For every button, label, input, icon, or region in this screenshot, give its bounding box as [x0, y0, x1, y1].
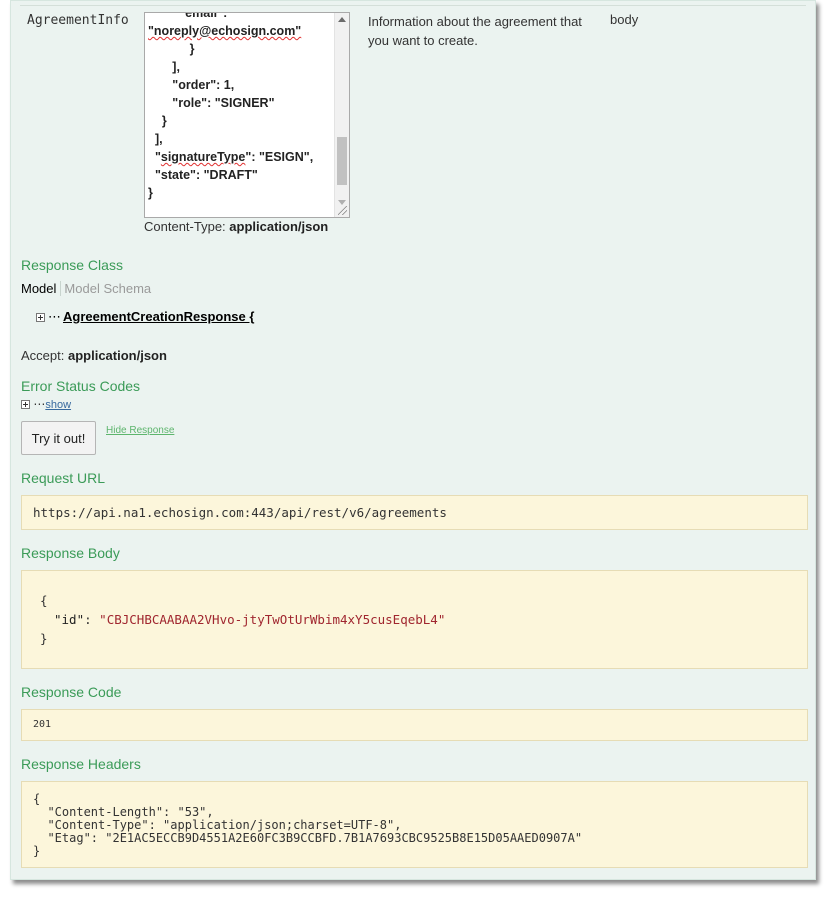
textarea-line: "email": [148, 12, 228, 20]
tab-model-schema[interactable]: Model Schema [61, 281, 151, 296]
textarea-scrollbar[interactable] [334, 13, 349, 217]
param-description: Information about the agreement that you… [368, 14, 582, 48]
param-name: AgreementInfo [27, 13, 129, 28]
response-body-box: { "id": "CBJCHBCAABAA2VHvo-jtyTwOtUrWbim… [21, 570, 808, 669]
param-type: body [610, 12, 639, 27]
model-name[interactable]: AgreementCreationResponse { [63, 309, 254, 324]
response-body-title: Response Body [21, 545, 120, 561]
operation-panel [10, 0, 816, 880]
json-close-brace: } [40, 631, 48, 646]
textarea-line: } [148, 42, 195, 56]
response-code-box: 201 [21, 709, 808, 741]
error-codes-title: Error Status Codes [21, 378, 141, 394]
textarea-line: "noreply@echosign.com" [148, 24, 302, 38]
textarea-line: } [148, 186, 153, 200]
request-url-title: Request URL [21, 470, 106, 486]
expand-icon[interactable] [36, 313, 45, 323]
tab-model[interactable]: Model [21, 281, 62, 296]
textarea-line: "order": 1, [148, 78, 235, 92]
content-type-label: Content-Type: [144, 219, 226, 234]
hide-response-link[interactable]: Hide Response [106, 425, 174, 436]
json-key: "id" [54, 612, 85, 627]
divider [20, 5, 806, 6]
response-code-title: Response Code [21, 684, 122, 700]
scroll-down-arrow-icon[interactable] [338, 200, 346, 205]
try-it-out-button[interactable]: Try it out! [21, 421, 96, 455]
json-sep: : [84, 612, 100, 627]
accept: Accept: application/json [21, 348, 167, 363]
show-link[interactable]: show [45, 399, 71, 411]
textarea-line: "role": "SIGNER" [148, 96, 275, 110]
textarea-line: ], [148, 60, 180, 74]
content-type-value[interactable]: application/json [229, 219, 328, 234]
json-line: "id": "CBJCHBCAABAA2VHvo-jtyTwOtUrWbim4x… [40, 610, 789, 629]
json-value: "CBJCHBCAABAA2VHvo-jtyTwOtUrWbim4xY5cusE… [99, 612, 446, 627]
content-type: Content-Type: application/json [144, 219, 328, 234]
agreement-info-textarea[interactable]: "email": "noreply@echosign.com" } ], "ord… [144, 12, 350, 218]
textarea-line: } [148, 114, 167, 128]
textarea-content[interactable]: "email": "noreply@echosign.com" } ], "ord… [148, 12, 333, 202]
textarea-line: "state": "DRAFT" [148, 168, 258, 182]
error-codes-row: ⋯show [21, 397, 71, 411]
accept-label: Accept: [21, 348, 65, 363]
response-class-title: Response Class [21, 257, 123, 273]
response-headers-box: { "Content-Length": "53", "Content-Type"… [21, 781, 808, 868]
resize-grip-icon[interactable] [338, 206, 347, 215]
scroll-thumb[interactable] [337, 137, 347, 185]
request-url-box: https://api.na1.echosign.com:443/api/res… [21, 495, 808, 530]
json-open-brace: { [40, 593, 48, 608]
response-headers-title: Response Headers [21, 756, 141, 772]
model-row: ⋯ AgreementCreationResponse { [36, 309, 254, 325]
model-tabs: Model Model Schema [21, 281, 151, 296]
scroll-up-arrow-icon[interactable] [338, 17, 346, 22]
accept-value: application/json [67, 348, 167, 363]
ellipsis-icon: ⋯ [48, 309, 61, 324]
textarea-line: "signatureType": "ESIGN", [148, 150, 314, 164]
ellipsis-icon: ⋯ [33, 397, 46, 411]
textarea-line: ], [148, 132, 163, 146]
expand-icon[interactable] [21, 400, 30, 410]
